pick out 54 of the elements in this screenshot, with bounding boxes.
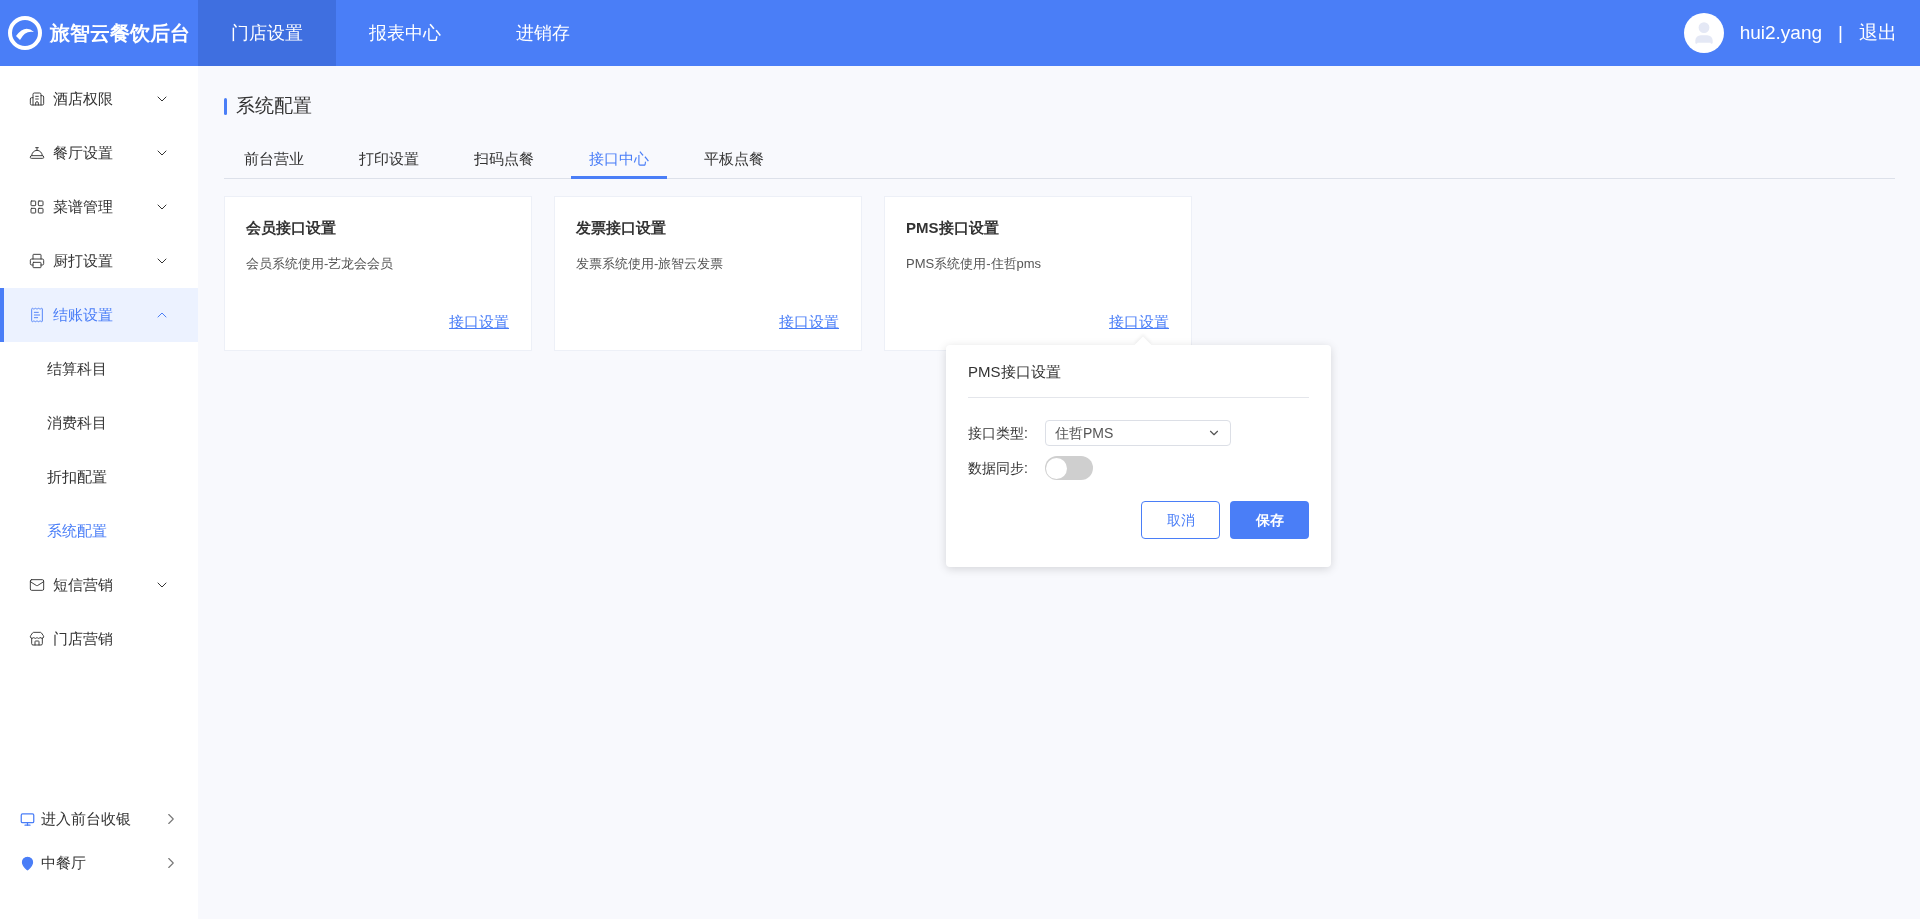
cancel-button[interactable]: 取消 (1141, 501, 1220, 539)
sidebar-submenu-item[interactable]: 结算科目 (0, 342, 198, 396)
logo-icon (8, 16, 42, 50)
printer-icon (29, 253, 45, 269)
sidebar-menu-item[interactable]: 门店营销 (0, 612, 198, 666)
receipt-icon (29, 307, 45, 323)
map-pin-icon (20, 855, 35, 871)
avatar-icon[interactable] (1683, 13, 1724, 53)
sidebar-footer-item[interactable]: 中餐厅 (0, 841, 198, 885)
separator: | (1838, 20, 1843, 45)
page-title: 系统配置 (236, 94, 312, 118)
sidebar-menu-item[interactable]: 短信营销 (0, 558, 198, 612)
sidebar-submenu-item[interactable]: 消费科目 (0, 396, 198, 450)
monitor-icon (20, 811, 35, 827)
store-icon (29, 631, 45, 647)
settings-link[interactable]: 接口设置 (779, 311, 839, 334)
sidebar-menu-item[interactable]: 厨打设置 (0, 234, 198, 288)
nav-tab[interactable]: 进销存 (474, 0, 612, 66)
sidebar-submenu-item[interactable]: 系统配置 (0, 504, 198, 558)
service-bell-icon (29, 145, 45, 161)
card-title: PMS接口设置 (906, 217, 1000, 238)
envelope-icon (29, 577, 45, 593)
sync-toggle[interactable] (1045, 456, 1093, 480)
field-label: 接口类型: (968, 423, 1029, 443)
brand-title: 旅智云餐饮后台 (50, 21, 190, 46)
sidebar-menu-item[interactable]: 酒店权限 (0, 72, 198, 126)
field-label: 数据同步: (968, 458, 1029, 478)
type-select[interactable]: 住哲PMS (1045, 420, 1231, 446)
sidebar-footer-item[interactable]: 进入前台收银 (0, 797, 198, 841)
settings-link[interactable]: 接口设置 (449, 311, 509, 334)
nav-tab[interactable]: 报表中心 (336, 0, 474, 66)
logout-link[interactable]: 退出 (1859, 18, 1897, 48)
tab[interactable]: 平板点餐 (686, 142, 782, 179)
card-title: 会员接口设置 (246, 217, 337, 238)
title-accent-bar (224, 97, 227, 115)
tab[interactable]: 扫码点餐 (456, 142, 552, 179)
user-name: hui2.yang (1739, 20, 1823, 45)
save-button[interactable]: 保存 (1230, 501, 1309, 539)
popover-title: PMS接口设置 (968, 360, 1309, 398)
card-title: 发票接口设置 (576, 217, 667, 238)
tab[interactable]: 前台营业 (226, 142, 322, 179)
building-icon (29, 91, 45, 107)
sidebar-menu-item[interactable]: 结账设置 (0, 288, 198, 342)
card-description: 发票系统使用-旅智云发票 (576, 255, 725, 273)
tab[interactable]: 打印设置 (341, 142, 437, 179)
sidebar-submenu-item[interactable]: 折扣配置 (0, 450, 198, 504)
grid-icon (29, 199, 45, 215)
card-description: 会员系统使用-艺龙会会员 (246, 255, 395, 273)
sidebar-menu-item[interactable]: 菜谱管理 (0, 180, 198, 234)
nav-tab[interactable]: 门店设置 (198, 0, 336, 66)
card-description: PMS系统使用-住哲pms (906, 255, 1043, 273)
settings-link[interactable]: 接口设置 (1109, 311, 1169, 334)
tab[interactable]: 接口中心 (571, 142, 667, 179)
sidebar-menu-item[interactable]: 餐厅设置 (0, 126, 198, 180)
